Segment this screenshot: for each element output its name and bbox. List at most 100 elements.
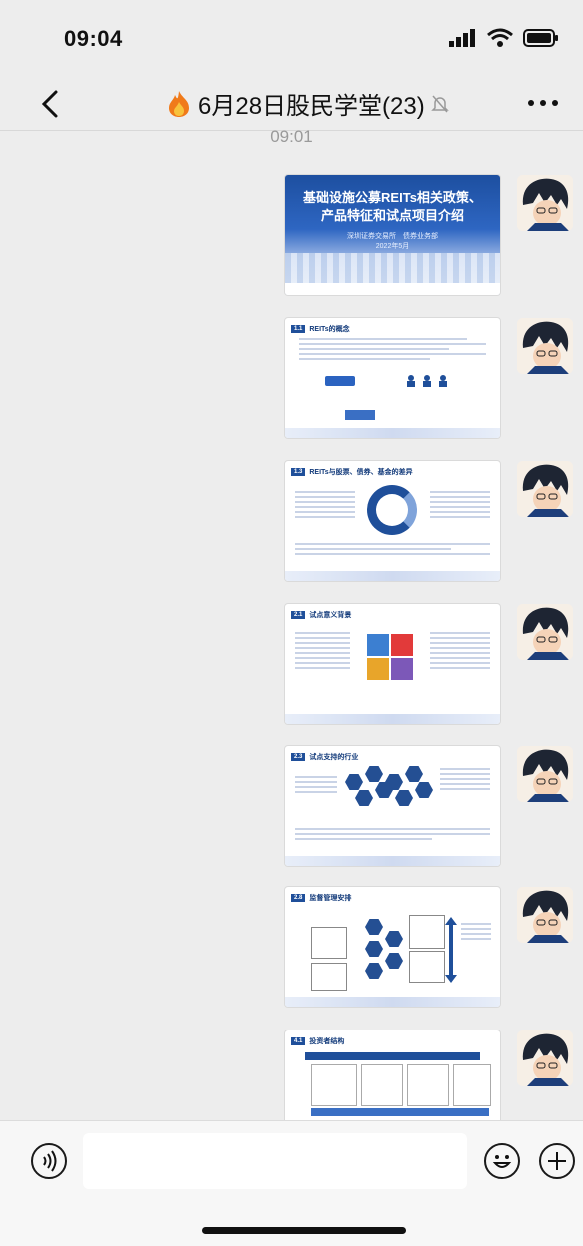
slide-text-left xyxy=(295,491,355,521)
slide-text-right xyxy=(461,923,491,943)
chat-header: 6月28日股民学堂(23) xyxy=(0,78,583,131)
slide-footer xyxy=(285,571,500,581)
slide-heading: 2.1 试点意义背景 xyxy=(291,610,351,620)
slide-hex xyxy=(395,790,413,806)
slide-tile-purple xyxy=(391,658,413,680)
slide-footer xyxy=(285,856,500,866)
slide-image[interactable]: 2.8 监督管理安排 xyxy=(285,887,500,1007)
slide-number: 2.1 xyxy=(291,611,306,619)
slide-cover-title-line: 基础设施公募REITs相关政策、 xyxy=(303,190,482,205)
slide-text-bottom xyxy=(295,828,490,843)
add-icon xyxy=(548,1152,566,1170)
avatar[interactable] xyxy=(517,1030,573,1086)
chat-title: 6月28日股民学堂(23) xyxy=(198,93,425,120)
message-row: 2.1 试点意义背景 xyxy=(0,604,583,726)
slide-image[interactable]: 2.1 试点意义背景 xyxy=(285,604,500,724)
slide-image[interactable]: 4.1 投资者结构 xyxy=(285,1030,500,1122)
voice-icon xyxy=(43,1150,57,1172)
fire-icon xyxy=(169,90,189,117)
slide-title: REITs与股票、债券、基金的差异 xyxy=(309,469,413,476)
avatar[interactable] xyxy=(517,175,573,231)
slide-hex xyxy=(365,963,383,979)
chat-title-wrap: 6月28日股民学堂(23) xyxy=(166,86,449,121)
avatar-image xyxy=(517,461,573,517)
avatar-image xyxy=(517,318,573,374)
slide-box xyxy=(311,927,347,959)
slide-footer xyxy=(285,714,500,724)
back-icon[interactable] xyxy=(36,86,66,122)
slide-heading: 4.1 投资者结构 xyxy=(291,1036,344,1046)
slide-title: REITs的概念 xyxy=(309,326,350,333)
double-arrow-icon xyxy=(445,917,457,983)
slide-box xyxy=(361,1064,403,1106)
voice-button[interactable] xyxy=(31,1143,67,1179)
slide-heading: 1.1 REITs的概念 xyxy=(291,324,350,334)
slide-number: 4.1 xyxy=(291,1037,306,1045)
slide-banner xyxy=(305,1052,480,1060)
slide-image[interactable]: 1.1 REITs的概念 xyxy=(285,318,500,438)
slide-box xyxy=(311,963,347,991)
avatar[interactable] xyxy=(517,461,573,517)
message-row: 4.1 投资者结构 xyxy=(0,1030,583,1122)
slide-number: 1.3 xyxy=(291,468,306,476)
slide-title: 投资者结构 xyxy=(309,1038,345,1045)
slide-number: 1.1 xyxy=(291,325,306,333)
emoji-button[interactable] xyxy=(484,1143,520,1179)
slide-text-left xyxy=(295,632,350,672)
slide-hex xyxy=(345,774,363,790)
signal-icon xyxy=(449,29,475,47)
status-icons xyxy=(449,28,559,48)
slide-image[interactable]: 1.3 REITs与股票、债券、基金的差异 xyxy=(285,461,500,581)
slide-cover-title-line: 产品特征和试点项目介绍 xyxy=(320,208,464,223)
message-row: 1.1 REITs的概念 xyxy=(0,318,583,440)
avatar[interactable] xyxy=(517,887,573,943)
slide-footer xyxy=(285,428,500,438)
slide-people xyxy=(405,374,455,388)
slide-number: 2.3 xyxy=(291,753,306,761)
slide-hex xyxy=(415,782,433,798)
slide-text-right xyxy=(440,768,490,793)
slide-bar xyxy=(311,1108,489,1116)
avatar-image xyxy=(517,1030,573,1086)
message-row: 1.3 REITs与股票、债券、基金的差异 xyxy=(0,461,583,583)
slide-donut xyxy=(367,485,417,535)
slide-hex xyxy=(385,931,403,947)
add-button[interactable] xyxy=(539,1143,575,1179)
message-row: 2.8 监督管理安排 xyxy=(0,887,583,1009)
status-time: 09:04 xyxy=(64,26,123,51)
message-row: 基础设施公募REITs相关政策、 产品特征和试点项目介绍 深圳证券交易所 债券业… xyxy=(0,175,583,297)
status-bar: 09:04 xyxy=(0,0,583,78)
slide-tile-blue xyxy=(367,634,389,656)
more-icon[interactable] xyxy=(523,88,563,118)
slide-title: 试点支持的行业 xyxy=(309,754,359,761)
slide-cover-graphic xyxy=(285,253,500,283)
slide-box xyxy=(407,1064,449,1106)
slide-footer xyxy=(285,997,500,1007)
slide-hex xyxy=(355,790,373,806)
slide-tile-red xyxy=(391,634,413,656)
slide-title: 试点意义背景 xyxy=(309,612,352,619)
slide-cover-subtitle: 深圳证券交易所 债券业务部 xyxy=(347,233,438,240)
slide-hex xyxy=(365,766,383,782)
emoji-icon xyxy=(492,1155,512,1168)
avatar[interactable] xyxy=(517,746,573,802)
slide-text-right xyxy=(430,491,490,521)
avatar-image xyxy=(517,887,573,943)
home-indicator[interactable] xyxy=(202,1227,406,1234)
slide-box xyxy=(409,915,445,949)
avatar[interactable] xyxy=(517,604,573,660)
slide-image[interactable]: 2.3 试点支持的行业 xyxy=(285,746,500,866)
avatar-image xyxy=(517,746,573,802)
message-row: 2.3 试点支持的行业 xyxy=(0,746,583,868)
slide-title: 监督管理安排 xyxy=(309,895,352,902)
slide-hex xyxy=(385,953,403,969)
message-timestamp: 09:01 xyxy=(270,127,313,146)
slide-image[interactable]: 基础设施公募REITs相关政策、 产品特征和试点项目介绍 深圳证券交易所 债券业… xyxy=(285,175,500,295)
slide-cover-footer xyxy=(285,283,500,295)
slide-cover-date: 2022年5月 xyxy=(375,243,410,250)
slide-heading: 2.3 试点支持的行业 xyxy=(291,752,358,762)
slide-hex xyxy=(365,919,383,935)
avatar[interactable] xyxy=(517,318,573,374)
slide-box xyxy=(409,951,445,983)
message-input[interactable] xyxy=(83,1133,467,1189)
